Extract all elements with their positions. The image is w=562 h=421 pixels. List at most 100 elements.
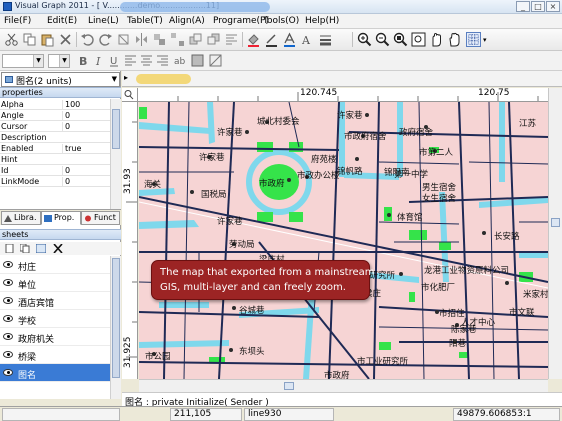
line-width-icon[interactable] (318, 32, 333, 47)
property-value[interactable]: 100 (62, 100, 109, 109)
align-right-icon[interactable] (155, 53, 170, 68)
font-name-combo[interactable]: ▼ (2, 54, 44, 68)
sheet-row[interactable]: 桥梁 (0, 346, 110, 364)
map-horizontal-scrollbar[interactable] (139, 379, 548, 392)
sheets-scrollbar[interactable] (110, 256, 121, 399)
zoom-out-icon[interactable] (375, 32, 390, 47)
menu-tools[interactable]: Tools(O) (263, 16, 299, 26)
menu-help[interactable]: Help(H) (305, 16, 339, 26)
fill-pattern-icon[interactable] (190, 53, 205, 68)
copy-icon[interactable] (22, 32, 37, 47)
delete-sheet-icon[interactable] (53, 244, 63, 253)
tab-library[interactable]: Libra. (1, 211, 41, 225)
back-icon[interactable] (206, 32, 221, 47)
document-tab[interactable] (136, 74, 191, 84)
search-icon[interactable] (122, 88, 136, 101)
eye-icon[interactable] (3, 279, 13, 286)
map-canvas[interactable]: 城北村委会 许家巷 许家巷 市政府 市政办公楼 府苑楼 锦帆路 锦阳南 许家巷 … (139, 102, 548, 379)
hand-icon[interactable] (447, 32, 462, 47)
property-value[interactable]: 0 (62, 111, 109, 120)
sheet-row[interactable]: 政府机关 (0, 328, 110, 346)
underline-icon[interactable]: U (107, 53, 122, 68)
align-icon[interactable] (224, 32, 239, 47)
sheet-row[interactable]: 单位 (0, 274, 110, 292)
map-label: 市政府 (324, 370, 350, 379)
group-icon[interactable] (152, 32, 167, 47)
grid-icon[interactable] (466, 32, 481, 47)
property-row[interactable]: Angle 0 (0, 110, 110, 121)
menu-align[interactable]: Align(A) (169, 16, 205, 26)
undo-icon[interactable] (80, 32, 95, 47)
tab-properties[interactable]: Prop. (41, 211, 81, 225)
property-value[interactable]: 0 (62, 122, 109, 131)
property-row[interactable]: Cursor 0 (0, 121, 110, 132)
font-icon[interactable]: A (300, 32, 315, 47)
text-color-icon[interactable] (282, 32, 297, 47)
align-center-icon[interactable] (139, 53, 154, 68)
map-vertical-scrollbar[interactable] (548, 88, 562, 379)
ungroup-icon[interactable] (170, 32, 185, 47)
sheet-label: 桥梁 (18, 353, 37, 363)
object-selector[interactable]: 图名(2 units) ▼ (1, 72, 120, 87)
scroll-thumb[interactable] (551, 218, 560, 227)
bold-icon[interactable]: B (76, 53, 91, 68)
zoom-in-icon[interactable] (357, 32, 372, 47)
fill-icon[interactable] (246, 32, 261, 47)
menu-file[interactable]: File(F) (4, 16, 31, 26)
grid-dropdown-arrow[interactable]: ▾ (483, 36, 487, 44)
menu-programe[interactable]: Programe(P) (213, 16, 269, 26)
sheet-row[interactable]: 村庄 (0, 256, 110, 274)
font-size-combo[interactable]: ▼ (48, 54, 70, 68)
property-row[interactable]: Alpha 100 (0, 99, 110, 110)
map-label: 东坝头 (239, 346, 265, 357)
cut-icon[interactable] (4, 32, 19, 47)
sheet-row[interactable]: 学校 (0, 310, 110, 328)
front-icon[interactable] (188, 32, 203, 47)
zoom-window-icon[interactable] (411, 32, 426, 47)
zoom-fit-icon[interactable] (393, 32, 408, 47)
paste-icon[interactable] (40, 32, 55, 47)
redo-icon[interactable] (98, 32, 113, 47)
sheet-properties-icon[interactable] (36, 244, 46, 253)
transparency-icon[interactable] (208, 53, 223, 68)
sheet-row-selected[interactable]: 图名 (0, 364, 110, 382)
italic-icon[interactable]: I (92, 53, 107, 68)
rotate-icon[interactable] (116, 32, 131, 47)
properties-scrollbar[interactable] (110, 99, 121, 209)
eye-icon[interactable] (3, 333, 13, 340)
sheet-row[interactable]: 酒店宾馆 (0, 292, 110, 310)
eye-icon[interactable] (3, 297, 13, 304)
maximize-button[interactable]: □ (531, 1, 545, 12)
menu-edit[interactable]: Edit(E) (47, 16, 77, 26)
eye-icon[interactable] (3, 315, 13, 322)
close-button[interactable]: × (546, 1, 560, 12)
scroll-thumb[interactable] (112, 109, 120, 149)
eye-icon[interactable] (3, 351, 13, 358)
text-style-icon[interactable]: ab (173, 53, 188, 68)
menu-table[interactable]: Table(T) (127, 16, 163, 26)
align-left-icon[interactable] (123, 53, 138, 68)
property-row[interactable]: Hint (0, 154, 110, 165)
line-color-icon[interactable] (264, 32, 279, 47)
menu-line[interactable]: Line(L) (88, 16, 119, 26)
property-row[interactable]: LinkMode 0 (0, 176, 110, 187)
copy-sheet-icon[interactable] (20, 244, 30, 253)
pan-icon[interactable] (429, 32, 444, 47)
property-row[interactable]: Id 0 (0, 165, 110, 176)
scroll-thumb[interactable] (284, 382, 294, 390)
property-row[interactable]: Enabled true (0, 143, 110, 154)
flip-icon[interactable] (134, 32, 149, 47)
eye-icon[interactable] (3, 369, 13, 376)
tab-functions[interactable]: Funct (81, 211, 120, 225)
eye-icon[interactable] (3, 261, 13, 268)
property-value[interactable]: 0 (62, 166, 109, 175)
property-value[interactable]: 0 (62, 177, 109, 186)
minimize-button[interactable]: _ (516, 1, 530, 12)
delete-icon[interactable] (58, 32, 73, 47)
property-row[interactable]: Description (0, 132, 110, 143)
chevron-right-icon[interactable]: ▸ (124, 73, 128, 82)
property-value[interactable]: true (62, 144, 109, 153)
scroll-thumb[interactable] (112, 258, 120, 378)
new-sheet-icon[interactable] (5, 244, 15, 253)
map-drawing[interactable]: 城北村委会 许家巷 许家巷 市政府 市政办公楼 府苑楼 锦帆路 锦阳南 许家巷 … (139, 102, 548, 379)
